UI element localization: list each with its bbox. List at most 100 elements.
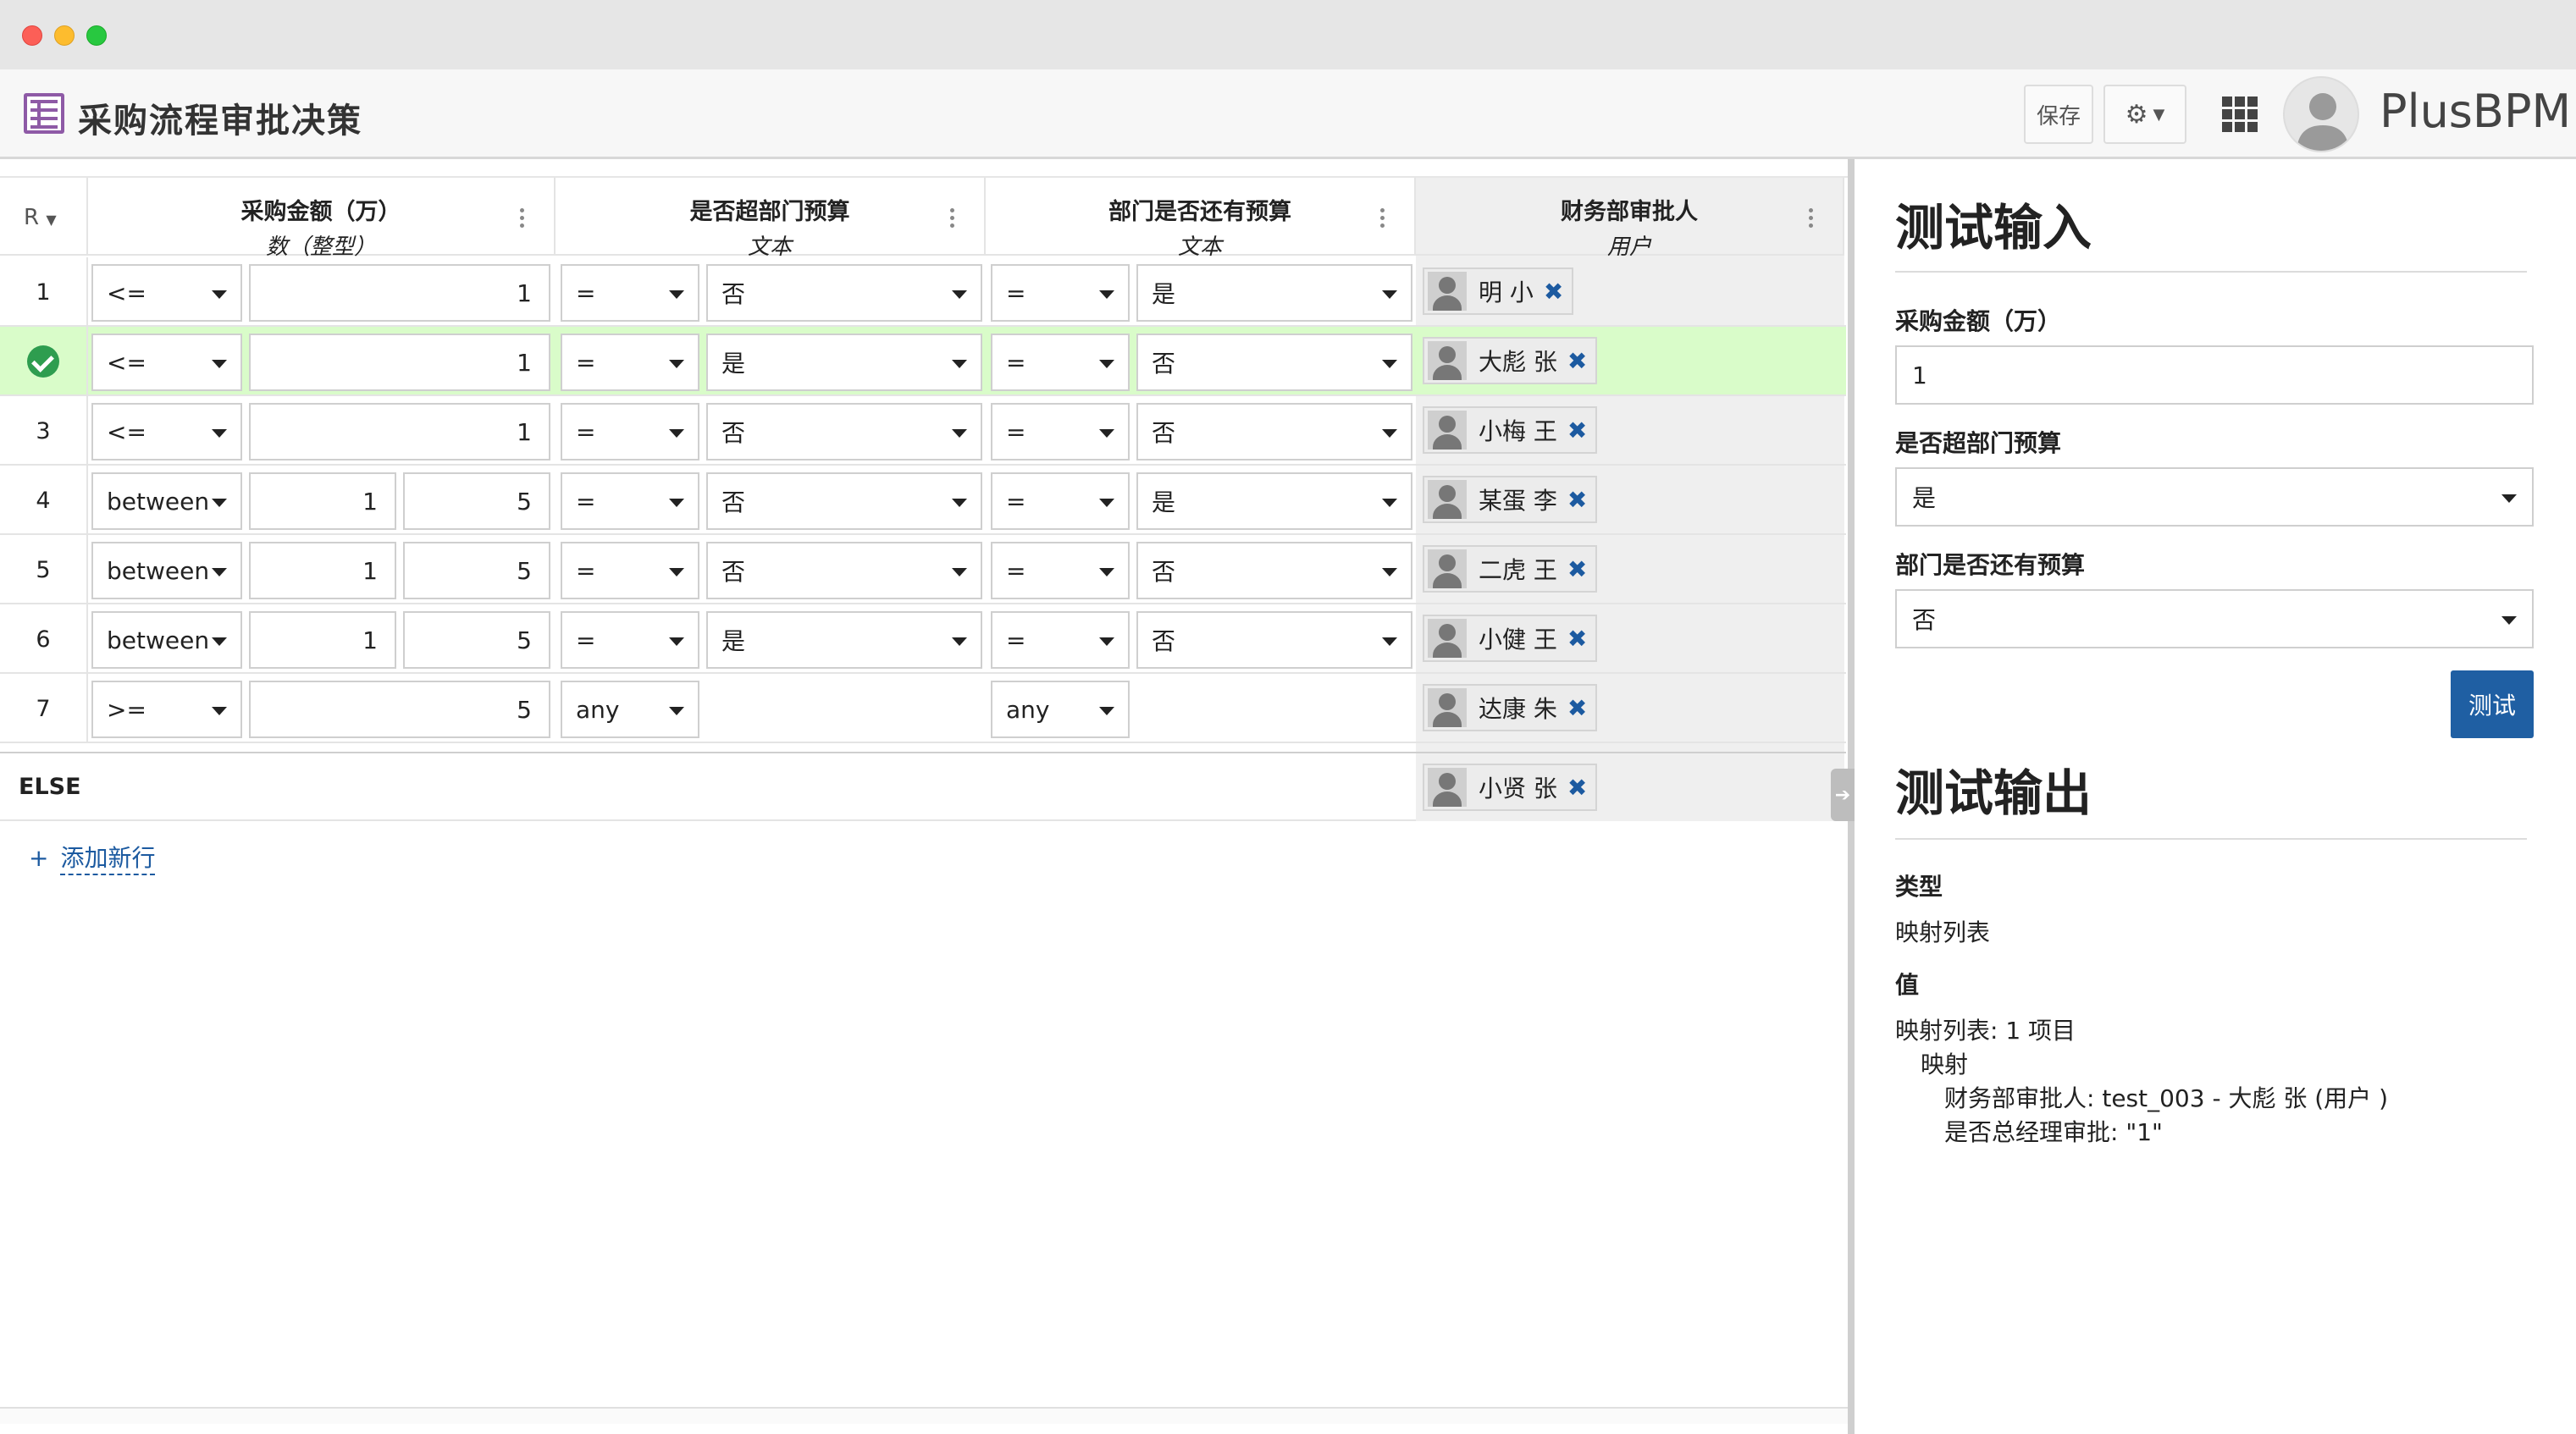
over-budget-operator-select[interactable]: any xyxy=(561,681,699,738)
output-value-line: 财务部审批人: test_003 - 大彪 张 (用户 ) xyxy=(1944,1084,2389,1112)
test-input-title: 测试输入 xyxy=(1895,199,2092,256)
amount-input[interactable]: 1 xyxy=(1895,345,2534,405)
apps-grid-icon[interactable] xyxy=(2222,97,2258,132)
amount-min-input[interactable]: 1 xyxy=(249,542,396,599)
amount-value-input[interactable]: 1 xyxy=(249,264,550,322)
amount-max-input[interactable]: 5 xyxy=(403,472,550,530)
save-button[interactable]: 保存 xyxy=(2024,85,2093,144)
remove-icon[interactable]: ✖ xyxy=(1544,278,1563,306)
check-circle-icon xyxy=(27,345,59,378)
hit-policy-selector[interactable]: R ▼ xyxy=(0,178,88,256)
gear-icon: ⚙ xyxy=(2125,99,2148,130)
user-chip[interactable]: 小贤 张 ✖ xyxy=(1423,764,1598,811)
table-row[interactable]: <= 1 = 是 = 否大彪 张 ✖ xyxy=(0,327,1846,396)
table-row[interactable]: 1 <= 1 = 否 = 是明 小 ✖ xyxy=(0,257,1846,327)
output-type-label: 类型 xyxy=(1895,873,1943,901)
horizontal-scrollbar[interactable] xyxy=(0,1407,1851,1424)
remove-icon[interactable]: ✖ xyxy=(1567,347,1587,375)
user-chip[interactable]: 明 小 ✖ xyxy=(1423,267,1574,315)
amount-value-input[interactable]: 1 xyxy=(249,334,550,391)
table-row[interactable]: 4 between 1 5 = 否 = 是某蛋 李 ✖ xyxy=(0,466,1846,535)
remove-icon[interactable]: ✖ xyxy=(1567,486,1587,514)
user-chip[interactable]: 大彪 张 ✖ xyxy=(1423,337,1598,384)
remove-icon[interactable]: ✖ xyxy=(1567,694,1587,722)
over-budget-operator-select[interactable]: = xyxy=(561,403,699,461)
over-budget-value-select[interactable]: 是 xyxy=(706,611,982,669)
has-budget-value-select[interactable]: 是 xyxy=(1136,264,1412,322)
amount-operator-select[interactable]: <= xyxy=(91,264,242,322)
amount-operator-select[interactable]: between xyxy=(91,611,242,669)
amount-value-input[interactable]: 5 xyxy=(249,681,550,738)
over-budget-operator-select[interactable]: = xyxy=(561,472,699,530)
has-budget-operator-select[interactable]: = xyxy=(991,264,1130,322)
amount-min-input[interactable]: 1 xyxy=(249,472,396,530)
table-row[interactable]: 5 between 1 5 = 否 = 否二虎 王 ✖ xyxy=(0,535,1846,604)
table-row[interactable]: 3 <= 1 = 否 = 否小梅 王 ✖ xyxy=(0,396,1846,466)
column-header-finance-approver[interactable]: 财务部审批人 用户 xyxy=(1416,178,1844,260)
user-avatar[interactable] xyxy=(2283,76,2359,152)
amount-max-input[interactable]: 5 xyxy=(403,542,550,599)
over-budget-value-select[interactable]: 否 xyxy=(706,264,982,322)
table-row[interactable]: 6 between 1 5 = 是 = 否小健 王 ✖ xyxy=(0,604,1846,674)
has-budget-operator-select[interactable]: = xyxy=(991,542,1130,599)
user-chip[interactable]: 小健 王 ✖ xyxy=(1423,615,1598,662)
column-menu-icon[interactable] xyxy=(1809,208,1814,230)
over-budget-operator-select[interactable]: = xyxy=(561,542,699,599)
maximize-window-button[interactable] xyxy=(86,25,107,46)
amount-operator-select[interactable]: <= xyxy=(91,334,242,391)
column-header-has-budget[interactable]: 部门是否还有预算 文本 xyxy=(986,178,1416,260)
has-budget-operator-select[interactable]: = xyxy=(991,611,1130,669)
settings-dropdown-button[interactable]: ⚙ ▼ xyxy=(2103,85,2186,144)
minimize-window-button[interactable] xyxy=(54,25,75,46)
user-chip[interactable]: 二虎 王 ✖ xyxy=(1423,545,1598,593)
decision-table-icon xyxy=(24,93,64,134)
has-budget-value-select[interactable]: 否 xyxy=(1136,611,1412,669)
has-budget-operator-select[interactable]: = xyxy=(991,472,1130,530)
amount-min-input[interactable]: 1 xyxy=(249,611,396,669)
column-menu-icon[interactable] xyxy=(950,208,955,230)
has-budget-value-select[interactable]: 否 xyxy=(1136,403,1412,461)
over-budget-select[interactable]: 是 xyxy=(1895,467,2534,527)
amount-operator-select[interactable]: between xyxy=(91,542,242,599)
user-avatar-icon xyxy=(1428,549,1467,588)
column-header-amount[interactable]: 采购金额（万） 数（整型） xyxy=(88,178,556,260)
has-budget-operator-select[interactable]: = xyxy=(991,334,1130,391)
remove-icon[interactable]: ✖ xyxy=(1567,774,1587,802)
has-budget-operator-select[interactable]: = xyxy=(991,403,1130,461)
test-button[interactable]: 测试 xyxy=(2451,670,2534,738)
user-chip[interactable]: 某蛋 李 ✖ xyxy=(1423,476,1598,523)
test-output-title: 测试输出 xyxy=(1895,764,2092,822)
user-chip[interactable]: 达康 朱 ✖ xyxy=(1423,684,1598,731)
has-budget-value-select[interactable]: 否 xyxy=(1136,542,1412,599)
close-window-button[interactable] xyxy=(22,25,42,46)
amount-operator-select[interactable]: >= xyxy=(91,681,242,738)
has-budget-operator-select[interactable]: any xyxy=(991,681,1130,738)
remove-icon[interactable]: ✖ xyxy=(1567,416,1587,444)
add-row-link[interactable]: + 添加新行 xyxy=(29,840,156,875)
amount-max-input[interactable]: 5 xyxy=(403,611,550,669)
output-value-line: 是否总经理审批: "1" xyxy=(1944,1118,2163,1146)
has-budget-value-select[interactable]: 是 xyxy=(1136,472,1412,530)
column-header-over-budget[interactable]: 是否超部门预算 文本 xyxy=(556,178,986,260)
over-budget-value-select[interactable]: 否 xyxy=(706,542,982,599)
field-has-budget-label: 部门是否还有预算 xyxy=(1895,551,2086,579)
amount-operator-select[interactable]: <= xyxy=(91,403,242,461)
remove-icon[interactable]: ✖ xyxy=(1567,625,1587,653)
collapse-panel-arrow-icon[interactable]: ➔ xyxy=(1831,769,1855,821)
user-avatar-icon xyxy=(1428,688,1467,727)
column-menu-icon[interactable] xyxy=(1380,208,1385,230)
over-budget-operator-select[interactable]: = xyxy=(561,264,699,322)
amount-operator-select[interactable]: between xyxy=(91,472,242,530)
table-row[interactable]: 7 >= 5 any any 达康 朱 ✖ xyxy=(0,674,1846,743)
over-budget-operator-select[interactable]: = xyxy=(561,611,699,669)
over-budget-operator-select[interactable]: = xyxy=(561,334,699,391)
column-menu-icon[interactable] xyxy=(520,208,525,230)
has-budget-value-select[interactable]: 否 xyxy=(1136,334,1412,391)
user-chip[interactable]: 小梅 王 ✖ xyxy=(1423,406,1598,454)
amount-value-input[interactable]: 1 xyxy=(249,403,550,461)
over-budget-value-select[interactable]: 否 xyxy=(706,403,982,461)
over-budget-value-select[interactable]: 否 xyxy=(706,472,982,530)
over-budget-value-select[interactable]: 是 xyxy=(706,334,982,391)
remove-icon[interactable]: ✖ xyxy=(1567,555,1587,583)
has-budget-select[interactable]: 否 xyxy=(1895,589,2534,648)
